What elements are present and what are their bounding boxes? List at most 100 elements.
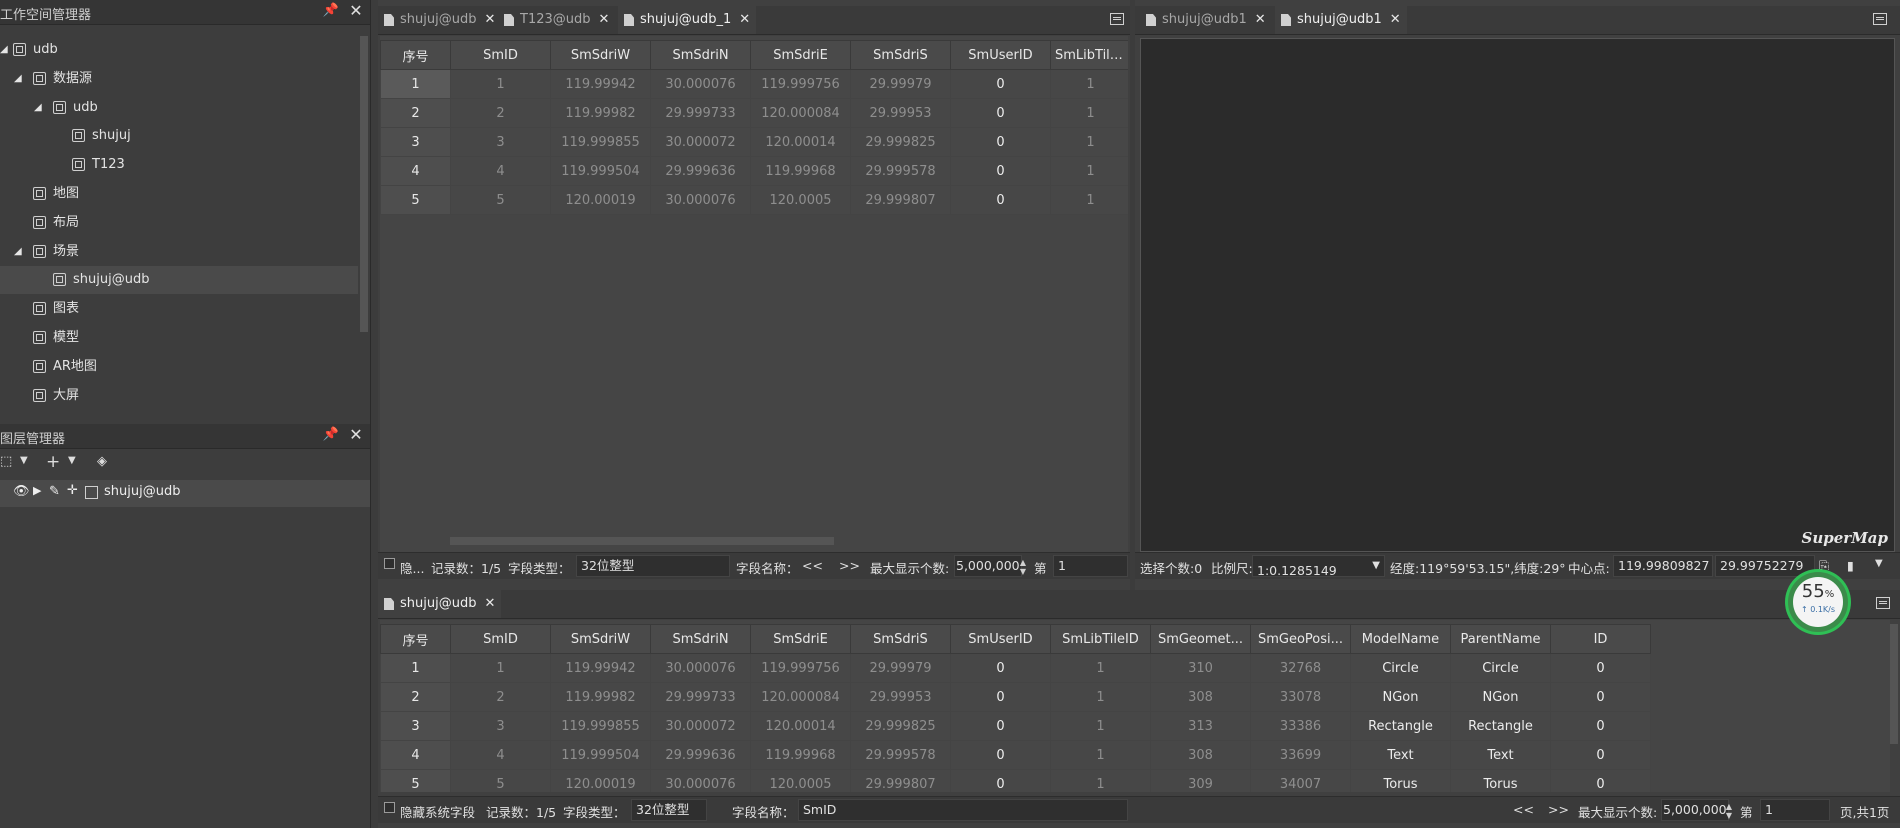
table-row[interactable]: 5 5 120.00019 30.000076 120.0005 29.999807 0 1 3… [380, 769, 1651, 792]
table-cell[interactable]: 119.99982 [550, 682, 651, 712]
expand-arrow-icon[interactable]: ◢ [0, 36, 10, 64]
tree-item[interactable]: ◢ 数据源 [0, 65, 358, 93]
table-cell[interactable]: Text [1450, 740, 1551, 770]
table-cell[interactable]: 29.99953 [850, 98, 951, 128]
next-page-button[interactable]: >> [1548, 802, 1569, 817]
table-cell[interactable]: 29.999636 [650, 740, 751, 770]
table-cell[interactable]: 1 [1050, 682, 1151, 712]
column-header[interactable]: SmID [450, 624, 551, 654]
table-cell[interactable]: 310 [1150, 653, 1251, 683]
table-cell[interactable]: 29.999578 [850, 156, 951, 186]
table-cell[interactable]: 1 [450, 653, 551, 683]
table-row[interactable]: 5 5 120.00019 30.000076 120.0005 29.999807 0 1 [380, 185, 1128, 215]
table-cell[interactable]: 4 [450, 740, 551, 770]
table-row[interactable]: 4 4 119.999504 29.999636 119.99968 29.999578 0… [380, 740, 1651, 770]
table-cell[interactable]: 30.000076 [650, 185, 751, 215]
table-cell[interactable]: 3 [450, 711, 551, 741]
table-cell[interactable]: 33078 [1250, 682, 1351, 712]
spinner-icon[interactable]: ▲ ▼ [1724, 802, 1734, 822]
table-cell[interactable]: 30.000072 [650, 127, 751, 157]
table-row[interactable]: 1 1 119.99942 30.000076 119.999756 29.99979 0 1 [380, 69, 1128, 99]
row-number[interactable]: 1 [380, 69, 451, 99]
tab[interactable]: T123@udb ✕ [498, 6, 615, 34]
table-cell[interactable]: 1 [1050, 185, 1128, 215]
table-cell[interactable]: Circle [1450, 653, 1551, 683]
table-row[interactable]: 2 2 119.99982 29.999733 120.000084 29.99953 0 1 [380, 98, 1128, 128]
table-cell[interactable]: 30.000076 [650, 653, 751, 683]
spinner-icon[interactable]: ▲ ▼ [1018, 558, 1028, 578]
tree-item[interactable]: shujuj [0, 122, 358, 150]
prev-page-button[interactable]: << [1513, 802, 1534, 817]
table-cell[interactable]: 119.99968 [750, 740, 851, 770]
tree-item[interactable]: 图表 [0, 295, 358, 323]
table-cell[interactable]: 1 [1050, 156, 1128, 186]
table-cell[interactable]: 2 [450, 98, 551, 128]
close-tab-icon[interactable]: ✕ [739, 12, 750, 27]
column-header[interactable]: ParentName [1450, 624, 1551, 654]
table-cell[interactable]: 30.000072 [650, 711, 751, 741]
table-cell[interactable]: 33699 [1250, 740, 1351, 770]
table-cell[interactable]: 0 [950, 682, 1051, 712]
column-header[interactable]: SmSdriS [850, 40, 951, 70]
network-speed-widget[interactable]: 55% ↑ 0.1K/s [1788, 572, 1848, 632]
table-cell[interactable]: 119.999756 [750, 69, 851, 99]
close-tab-icon[interactable]: ✕ [484, 12, 495, 27]
add-layer-button[interactable]: + [46, 452, 60, 472]
table-cell[interactable]: 1 [1050, 740, 1151, 770]
table-cell[interactable]: 119.99968 [750, 156, 851, 186]
table-cell[interactable]: 1 [450, 69, 551, 99]
table-row[interactable]: 4 4 119.999504 29.999636 119.99968 29.999578 0… [380, 156, 1128, 186]
column-header[interactable]: SmUserID [950, 40, 1051, 70]
row-number[interactable]: 4 [380, 156, 451, 186]
table-cell[interactable]: 29.99953 [850, 682, 951, 712]
table-cell[interactable]: 3 [450, 127, 551, 157]
table-cell[interactable]: 0 [1550, 769, 1651, 792]
table-cell[interactable]: Torus [1350, 769, 1451, 792]
table-cell[interactable]: 119.999504 [550, 156, 651, 186]
table-cell[interactable]: Circle [1350, 653, 1451, 683]
tab[interactable]: shujuj@udb ✕ [378, 6, 501, 34]
table-cell[interactable]: 1 [1050, 653, 1151, 683]
expand-arrow-icon[interactable]: ◢ [14, 65, 24, 93]
table-row[interactable]: 2 2 119.99982 29.999733 120.000084 29.99953 0 1… [380, 682, 1651, 712]
table-cell[interactable]: 1 [1050, 711, 1151, 741]
tab[interactable]: shujuj@udb_1 ✕ [618, 6, 757, 34]
expand-arrow-icon[interactable]: ◢ [14, 238, 24, 266]
scale-select[interactable]: 1:0.1285149 ▼ [1252, 555, 1385, 577]
tree-item[interactable]: T123 [0, 151, 358, 179]
table-cell[interactable]: 0 [950, 185, 1051, 215]
table-cell[interactable]: 120.000084 [750, 682, 851, 712]
table-cell[interactable]: 0 [950, 740, 1051, 770]
menu-icon[interactable] [1110, 13, 1124, 25]
layers-icon[interactable]: ◈ [97, 454, 107, 469]
table-cell[interactable]: 29.999807 [850, 769, 951, 792]
table-cell[interactable]: 29.99979 [850, 653, 951, 683]
tree-item[interactable]: shujuj@udb [0, 266, 358, 295]
lock-icon[interactable]: ▮ [1847, 558, 1854, 573]
table-cell[interactable]: 120.000084 [750, 98, 851, 128]
close-tab-icon[interactable]: ✕ [599, 12, 610, 27]
table-cell[interactable]: 0 [950, 127, 1051, 157]
table-cell[interactable]: 34007 [1250, 769, 1351, 792]
column-header[interactable]: SmSdriS [850, 624, 951, 654]
center-y-input[interactable]: 29.99752279 [1715, 555, 1815, 577]
row-number[interactable]: 2 [380, 682, 451, 712]
table-cell[interactable]: 120.00019 [550, 185, 651, 215]
column-header[interactable]: SmGeomet... [1150, 624, 1251, 654]
column-header[interactable]: 序号 [380, 624, 451, 654]
table-cell[interactable]: Text [1350, 740, 1451, 770]
pin-icon[interactable]: 📌 [322, 426, 340, 444]
table-cell[interactable]: 309 [1150, 769, 1251, 792]
column-header[interactable]: SmSdriW [550, 624, 651, 654]
column-header[interactable]: SmLibTileID [1050, 624, 1151, 654]
table-cell[interactable]: 119.99942 [550, 69, 651, 99]
table-row[interactable]: 3 3 119.999855 30.000072 120.00014 29.999825 0… [380, 127, 1128, 157]
scene-viewport[interactable]: SuperMap [1140, 38, 1895, 552]
row-number[interactable]: 3 [380, 711, 451, 741]
table-cell[interactable]: 0 [950, 653, 1051, 683]
table-cell[interactable]: 119.999756 [750, 653, 851, 683]
table-cell[interactable]: 0 [1550, 653, 1651, 683]
max-display-input[interactable]: 5,000,000 [1661, 799, 1729, 821]
table-cell[interactable]: 0 [950, 711, 1051, 741]
table-cell[interactable]: NGon [1350, 682, 1451, 712]
